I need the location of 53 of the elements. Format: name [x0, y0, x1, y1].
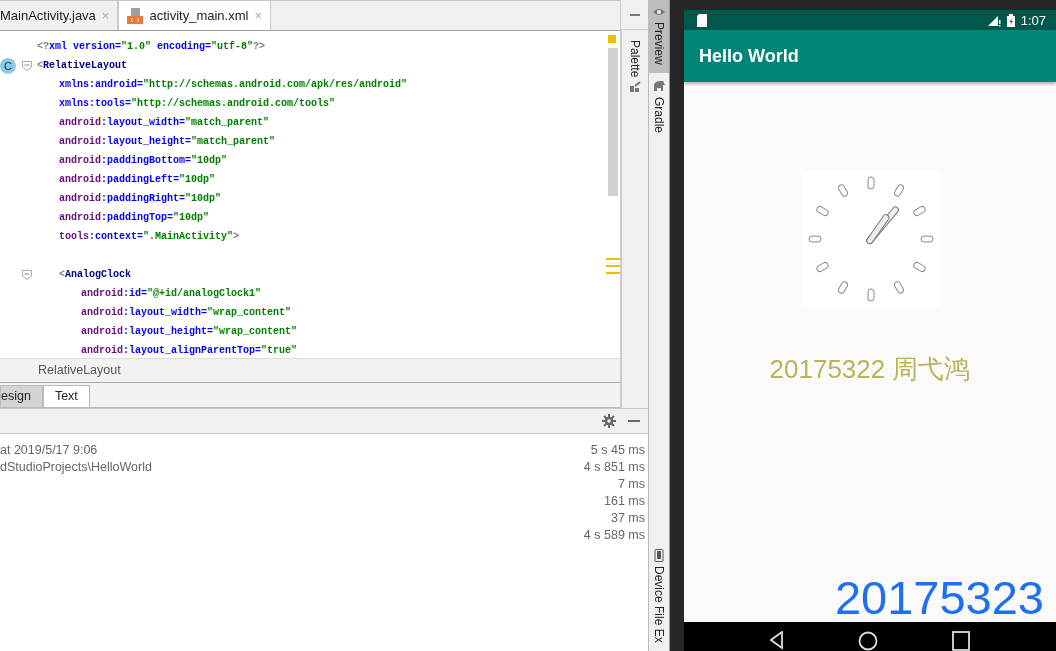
code-line: android:layout_height="wrap_content" [81, 326, 298, 337]
overlay-number: 20175323 [834, 574, 1044, 621]
code-line: xmlns:android="http://schemas.android.com/apk/res/android" [59, 79, 408, 90]
code-line: android:paddingTop="10dp" [59, 212, 210, 223]
app-title: Hello World [699, 45, 799, 67]
palette-tab[interactable]: Palette [628, 40, 642, 94]
log-duration: 4 s 851 ms [583, 459, 645, 474]
log-duration: 7 ms [617, 476, 645, 491]
tool-window-tab[interactable]: Preview [649, 0, 669, 73]
xml-file-icon [127, 7, 144, 24]
code-line: android:layout_alignParentTop="true" [81, 345, 298, 356]
settings-icon[interactable] [602, 414, 616, 428]
class-badge: C [0, 57, 16, 74]
tool-window-tab[interactable]: Device File Ex [649, 543, 669, 651]
log-message: at 2019/5/17 9:06 [0, 442, 98, 457]
log-message: dStudioProjects\HelloWorld [0, 459, 152, 474]
battery-icon [1006, 13, 1015, 27]
minimize-icon[interactable] [629, 13, 640, 16]
view-tab[interactable]: Text [42, 385, 90, 407]
phone-icon [654, 549, 664, 563]
fold-icon[interactable] [22, 269, 32, 280]
code-line: android:layout_width="match_parent" [59, 117, 270, 128]
code-line: android:id="@+id/analogClock1" [81, 288, 262, 299]
warning-marker [608, 35, 616, 43]
code-line: xmlns:tools="http://schemas.android.com/tools" [59, 98, 336, 109]
code-line: android:paddingRight="10dp" [59, 193, 222, 204]
home-icon[interactable] [858, 631, 878, 651]
back-icon[interactable] [770, 631, 784, 651]
elephant-icon [652, 78, 666, 93]
code-line: <RelativeLayout [37, 60, 128, 71]
status-time: 1:07 [1020, 12, 1046, 28]
scrollbar-thumb[interactable] [608, 48, 618, 196]
recents-icon[interactable] [952, 631, 970, 651]
log-duration: 4 s 589 ms [583, 527, 645, 542]
tool-window-tab[interactable]: Gradle [649, 72, 669, 141]
file-tab[interactable]: activity_main.xml × [118, 1, 271, 30]
log-duration: 5 s 45 ms [590, 442, 645, 457]
code-line: android:layout_width="wrap_content" [81, 307, 292, 318]
code-line: <?xml version="1.0" encoding="utf-8"?> [37, 41, 266, 52]
code-line: android:paddingBottom="10dp" [59, 155, 228, 166]
sd-card-icon [697, 13, 707, 27]
code-line: android:layout_height="match_parent" [59, 136, 276, 147]
code-line: android:paddingLeft="10dp" [59, 174, 216, 185]
log-duration: 161 ms [604, 493, 645, 508]
eye-icon [652, 6, 666, 18]
palette-icon [629, 81, 641, 94]
breadcrumb[interactable]: RelativeLayout [38, 363, 121, 378]
student-label: 20175322 周弋鸿 [769, 353, 971, 386]
view-tab[interactable]: esign [0, 385, 43, 407]
code-line: tools:context=".MainActivity"> [59, 231, 240, 242]
log-duration: 37 ms [610, 510, 645, 525]
code-line: <AnalogClock [59, 269, 132, 280]
fold-icon[interactable] [22, 60, 32, 71]
